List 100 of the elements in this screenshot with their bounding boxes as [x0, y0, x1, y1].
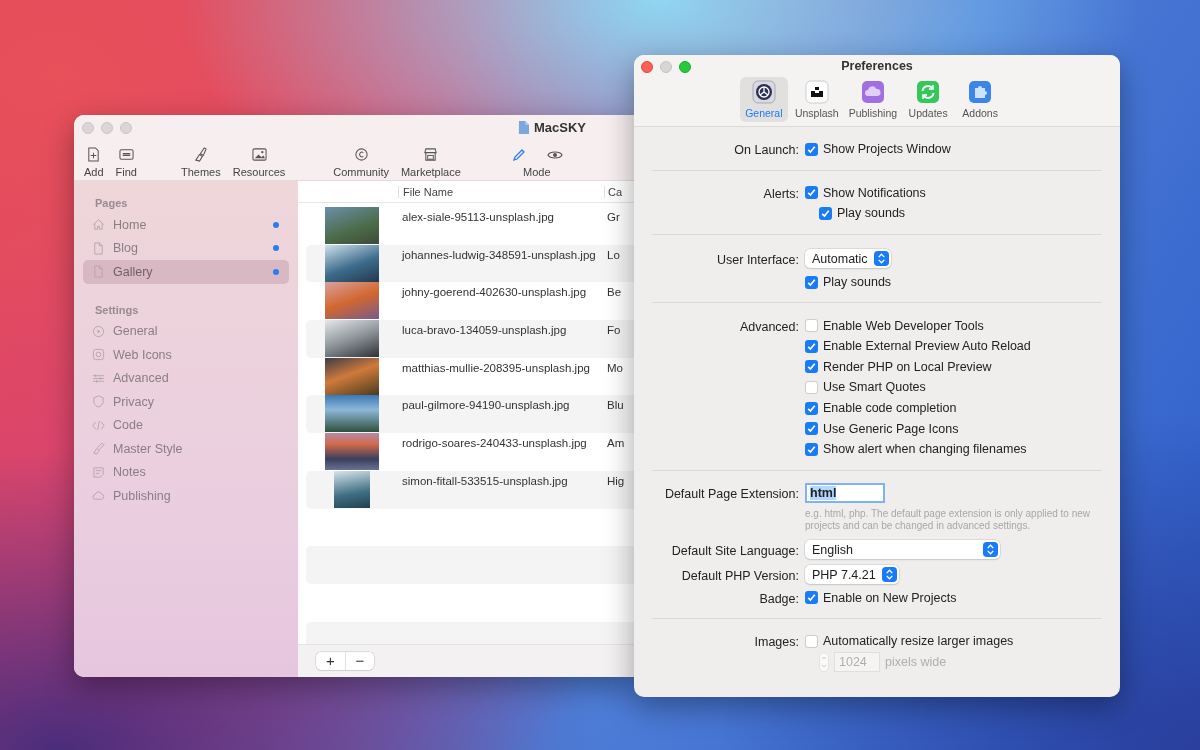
checkbox[interactable]: [805, 186, 818, 200]
popup-button[interactable]: English: [805, 540, 1000, 560]
publishing-app-icon: [860, 80, 885, 104]
publishing-icon: [92, 489, 105, 503]
close-button[interactable]: [641, 61, 653, 73]
window-title: MacSKY: [533, 120, 586, 135]
add-icon: [86, 147, 102, 162]
find-tool-button[interactable]: Find: [115, 147, 137, 178]
checkbox[interactable]: [805, 360, 818, 374]
addons-app-icon: [968, 80, 993, 104]
table-cell-text: Be: [606, 285, 623, 301]
table-cell-text: luca-bravo-134059-unsplash.jpg: [401, 323, 568, 339]
stepper-arrows-icon: [983, 542, 998, 558]
setting-label: User Interface:: [717, 252, 799, 267]
preferences-tab[interactable]: Updates: [904, 77, 953, 122]
popup-button[interactable]: Automatic: [805, 249, 891, 269]
add-tool-button[interactable]: Add: [84, 147, 104, 178]
table-cell-text: matthias-mullie-208395-unsplash.jpg: [401, 360, 591, 376]
checkbox[interactable]: [805, 591, 818, 605]
checkbox[interactable]: [819, 207, 832, 220]
table-cell-text: Hig: [606, 473, 626, 489]
marketplace-icon: [423, 147, 439, 162]
themes-tool-button[interactable]: Themes: [181, 147, 221, 178]
unit-label: pixels wide: [885, 655, 947, 669]
checkbox[interactable]: [805, 319, 818, 333]
photo-placeholder: [325, 357, 379, 395]
setting-label: On Launch:: [734, 143, 799, 158]
checkbox[interactable]: [805, 442, 818, 456]
setting-label: Alerts:: [763, 186, 799, 201]
photo-placeholder: [325, 207, 379, 244]
marketplace-tool-button[interactable]: Marketplace: [400, 147, 461, 178]
document-icon: [517, 121, 529, 134]
photo-placeholder: [325, 282, 379, 320]
sidebar-section-title: Settings: [94, 302, 140, 318]
checkbox[interactable]: [805, 339, 818, 353]
remove-button[interactable]: −: [345, 652, 374, 670]
checkbox-label: Automatically resize larger images: [823, 634, 1014, 649]
checkbox[interactable]: [805, 401, 818, 415]
sidebar-section-title: Pages: [94, 196, 129, 211]
checkbox-label: Use Smart Quotes: [823, 380, 926, 395]
checkbox-label: Render PHP on Local Preview: [823, 359, 992, 374]
resources-tool-button[interactable]: Resources: [232, 147, 286, 178]
table-cell-text: simon-fitall-533515-unsplash.jpg: [401, 473, 569, 489]
community-icon: [353, 147, 369, 162]
checkbox[interactable]: [805, 142, 818, 156]
style-icon: [92, 442, 105, 456]
table-cell-text: johannes-ludwig-348591-unsplash.jpg: [400, 247, 597, 263]
checkbox[interactable]: [805, 380, 818, 394]
code-icon: [92, 418, 105, 432]
table-cell-text: Gr: [606, 210, 621, 225]
themes-icon: [193, 147, 209, 162]
setting-label: Advanced:: [739, 319, 799, 334]
table-cell-text: Lo: [606, 247, 621, 263]
checkbox-label: Play sounds: [823, 275, 892, 290]
checkbox-label: Play sounds: [837, 206, 906, 221]
setting-label: Images:: [754, 635, 799, 650]
add-button[interactable]: +: [316, 652, 345, 670]
table-cell-text: paul-gilmore-94190-unsplash.jpg: [401, 398, 571, 414]
checkbox-label: Show Projects Window: [823, 142, 951, 157]
photo-placeholder: [325, 395, 379, 433]
unsplash-app-icon: [804, 80, 829, 104]
checkbox-label: Show alert when changing filenames: [823, 442, 1027, 457]
general-icon: [92, 324, 105, 338]
table-cell-text: rodrigo-soares-240433-unsplash.jpg: [401, 436, 588, 452]
page-icon: [92, 265, 105, 279]
pencil-button[interactable]: [510, 147, 527, 163]
column-header[interactable]: File Name: [398, 185, 604, 198]
checkbox-label: Enable External Preview Auto Reload: [823, 339, 1031, 354]
community-tool-button[interactable]: Community: [333, 147, 389, 178]
input-field[interactable]: html: [805, 482, 885, 503]
privacy-icon: [92, 395, 105, 409]
help-text: e.g. html, php. The default page extension is only applied to new projects and can be changed in advanced settings.: [805, 507, 1091, 532]
checkbox-label: Show Notifications: [823, 185, 926, 200]
stepper-arrows-icon: [881, 567, 897, 583]
home-icon: [92, 218, 105, 232]
checkbox-label: Enable Web Developer Tools: [823, 318, 984, 333]
resources-icon: [251, 147, 267, 162]
table-cell-text: alex-siale-95113-unsplash.jpg: [401, 210, 555, 225]
checkbox-label: Use Generic Page Icons: [823, 421, 959, 436]
general-app-icon: [751, 80, 776, 104]
setting-label: Badge:: [759, 591, 799, 606]
updates-app-icon: [916, 80, 941, 104]
popup-button[interactable]: PHP 7.4.21: [805, 565, 899, 585]
checkbox-label: Enable code completion: [823, 401, 957, 416]
window-title: Preferences: [841, 58, 913, 73]
checkbox[interactable]: [805, 634, 818, 648]
checkbox[interactable]: [805, 275, 818, 289]
setting-label: Default PHP Version:: [681, 568, 799, 583]
preferences-tab[interactable]: Addons: [956, 77, 1005, 122]
table-cell-text: Blu: [606, 398, 625, 414]
notes-icon: [92, 465, 105, 479]
table-cell-text: Am: [606, 436, 626, 452]
page-icon: [92, 241, 105, 255]
preferences-tab[interactable]: Publishing: [845, 77, 901, 122]
preferences-tab[interactable]: Unsplash: [791, 77, 842, 122]
checkbox-label: Enable on New Projects: [823, 590, 957, 605]
checkbox[interactable]: [805, 422, 818, 436]
mode-label: Mode: [523, 166, 551, 178]
table-cell-text: Fo: [606, 323, 622, 339]
zoom-button[interactable]: [679, 61, 691, 73]
